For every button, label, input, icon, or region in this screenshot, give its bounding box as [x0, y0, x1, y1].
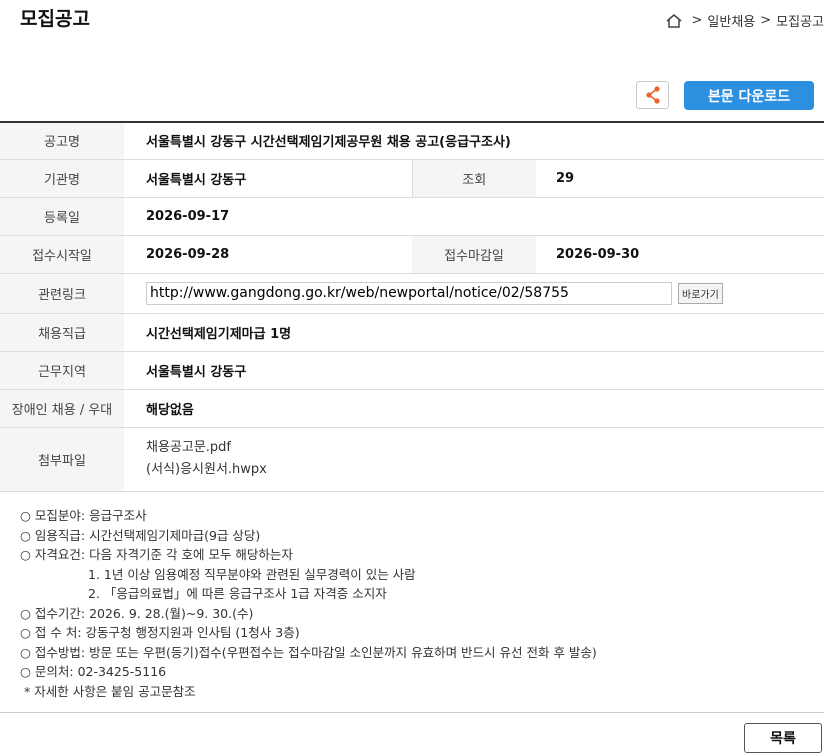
row-reg: 등록일 2026-09-17 — [0, 197, 824, 236]
notice-line: ○ 문의처: 02-3425-5116 — [20, 664, 167, 679]
breadcrumb-separator: > — [691, 13, 703, 28]
notice-line: ○ 접수기간: 2026. 9. 28.(월)~9. 30.(수) — [20, 605, 254, 621]
notice-body: ○ 모집분야: 응급구조사 ○ 임용직급: 시간선택제임기제마급(9급 상당) … — [20, 506, 820, 701]
row-org: 기관명 서울특별시 강동구 조회 29 — [0, 159, 824, 198]
file-link[interactable]: 채용공고문.pdf — [146, 437, 814, 459]
notice-line: * 자세한 사항은 붙임 공고문참조 — [24, 683, 196, 699]
start-value: 2026-09-28 — [124, 235, 412, 274]
files-cell: 채용공고문.pdf (서식)응시원서.hwpx — [124, 427, 824, 492]
divider — [0, 712, 824, 713]
row-title: 공고명 서울특별시 강동구 시간선택제임기제공무원 채용 공고(응급구조사) — [0, 122, 824, 160]
org-label: 기관명 — [0, 159, 124, 198]
title-label: 공고명 — [0, 122, 124, 160]
share-icon — [645, 86, 660, 104]
notice-line: ○ 접 수 처: 강동구청 행정지원과 인사팀 (1청사 3층) — [20, 625, 300, 640]
go-link-button[interactable]: 바로가기 — [678, 282, 723, 304]
breadcrumb: > 일반채용 > 모집공고 — [665, 11, 824, 30]
reg-value: 2026-09-17 — [124, 197, 824, 236]
notice-line: 1. 1년 이상 임용예정 직무분야와 관련된 실무경력이 있는 사람 — [88, 566, 416, 582]
file-link[interactable]: (서식)응시원서.hwpx — [146, 459, 814, 481]
notice-line: ○ 접수방법: 방문 또는 우편(등기)접수(우편접수는 접수마감일 소인분까지… — [20, 644, 597, 660]
breadcrumb-item-notice[interactable]: 모집공고 — [776, 11, 824, 30]
share-button[interactable] — [636, 81, 669, 109]
breadcrumb-item-recruit[interactable]: 일반채용 — [707, 11, 755, 30]
end-label: 접수마감일 — [412, 235, 536, 274]
notice-line: ○ 모집분야: 응급구조사 — [20, 508, 147, 523]
page-title: 모집공고 — [20, 8, 90, 30]
link-field[interactable]: http://www.gangdong.go.kr/web/newportal/… — [146, 281, 672, 305]
start-label: 접수시작일 — [0, 235, 124, 274]
job-label: 채용직급 — [0, 313, 124, 352]
link-label: 관련링크 — [0, 273, 124, 314]
disabled-value: 해당없음 — [124, 389, 824, 428]
notice-info-table: 공고명 서울특별시 강동구 시간선택제임기제공무원 채용 공고(응급구조사) 기… — [0, 121, 824, 492]
download-button[interactable]: 본문 다운로드 — [684, 81, 814, 110]
job-value: 시간선택제임기제마급 1명 — [124, 313, 824, 352]
link-cell: http://www.gangdong.go.kr/web/newportal/… — [124, 273, 824, 314]
end-value: 2026-09-30 — [536, 235, 824, 274]
org-value: 서울특별시 강동구 — [124, 159, 412, 198]
row-link: 관련링크 http://www.gangdong.go.kr/web/newpo… — [0, 273, 824, 314]
notice-line: ○ 자격요건: 다음 자격기준 각 호에 모두 해당하는자 — [20, 547, 293, 562]
views-label: 조회 — [411, 159, 536, 198]
views-value: 29 — [536, 159, 824, 198]
title-value: 서울특별시 강동구 시간선택제임기제공무원 채용 공고(응급구조사) — [124, 122, 824, 160]
row-area: 근무지역 서울특별시 강동구 — [0, 351, 824, 390]
row-files: 첨부파일 채용공고문.pdf (서식)응시원서.hwpx — [0, 427, 824, 492]
notice-line: ○ 임용직급: 시간선택제임기제마급(9급 상당) — [20, 527, 261, 543]
files-label: 첨부파일 — [0, 427, 124, 492]
list-button[interactable]: 목록 — [744, 723, 822, 753]
reg-label: 등록일 — [0, 197, 124, 236]
disabled-label: 장애인 채용 / 우대 — [0, 389, 124, 428]
row-job: 채용직급 시간선택제임기제마급 1명 — [0, 313, 824, 352]
notice-line: 2. 「응급의료법」에 따른 응급구조사 1급 자격증 소지자 — [88, 586, 387, 601]
home-icon[interactable] — [665, 13, 683, 29]
row-dates: 접수시작일 2026-09-28 접수마감일 2026-09-30 — [0, 235, 824, 274]
area-label: 근무지역 — [0, 351, 124, 390]
row-disabled: 장애인 채용 / 우대 해당없음 — [0, 389, 824, 428]
breadcrumb-separator: > — [760, 13, 772, 28]
area-value: 서울특별시 강동구 — [124, 351, 824, 390]
